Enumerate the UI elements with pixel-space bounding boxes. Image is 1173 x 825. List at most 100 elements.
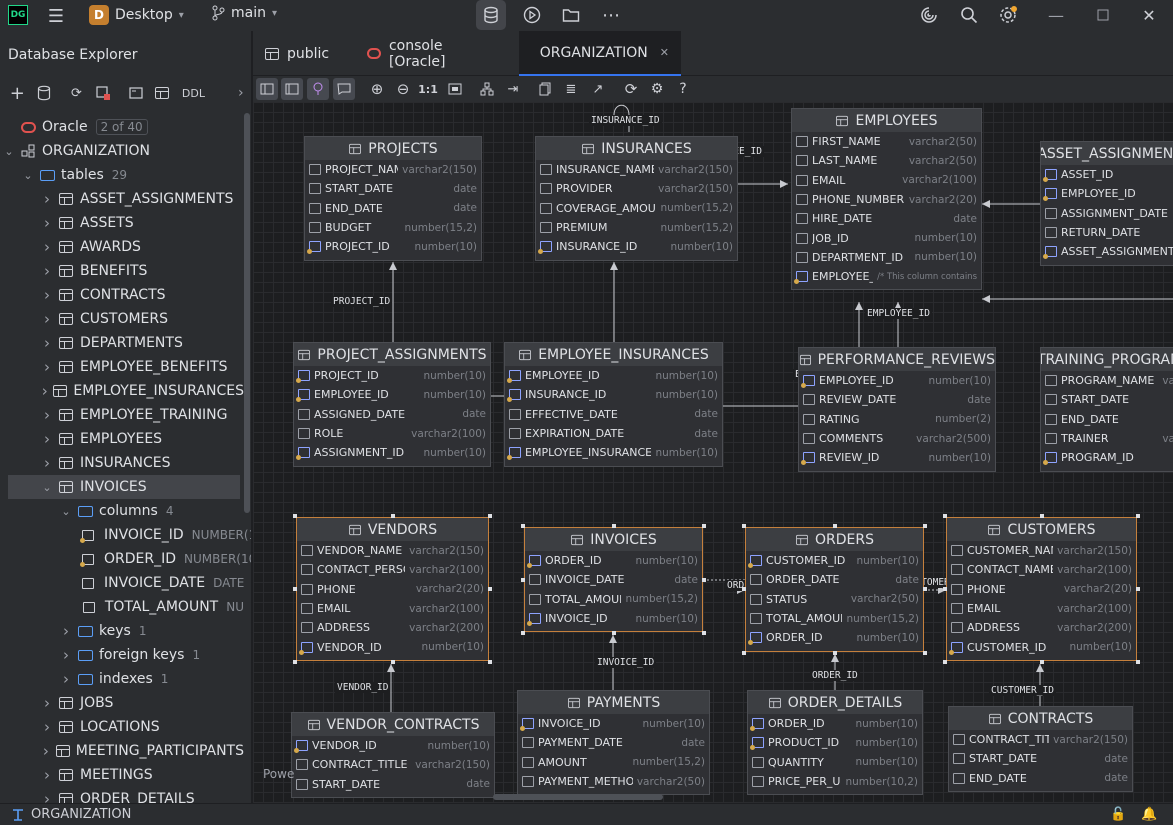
entity-asset-assignments[interactable]: ASSET_ASSIGNMENTS ASSET_ID EMPLOYEE_ID ASSI… — [1040, 141, 1173, 266]
ai-assistant-icon[interactable] — [917, 3, 941, 27]
selection-handle[interactable] — [923, 524, 927, 528]
entity-column[interactable]: JOB_ID number(10) — [792, 228, 981, 247]
entity-column[interactable]: ASSET_ID — [1041, 165, 1173, 184]
minimize-icon[interactable]: — — [1044, 3, 1068, 27]
entity-column[interactable]: PHONE varchar2(20) — [297, 580, 488, 599]
maximize-icon[interactable] — [1091, 3, 1115, 27]
chevron-right-icon[interactable]: › — [40, 694, 54, 712]
selection-handle[interactable] — [702, 577, 706, 582]
entity-column[interactable]: PREMIUM number(15,2) — [536, 218, 737, 237]
entity-column[interactable]: TRAINER va — [1041, 429, 1173, 448]
entity-column[interactable]: ORDER_ID number(10) — [746, 628, 923, 647]
entity-column[interactable]: END_DATE date — [305, 199, 481, 218]
entity-column[interactable]: LAST_NAME varchar2(50) — [792, 151, 981, 170]
entity-column[interactable]: EFFECTIVE_DATE date — [505, 405, 722, 424]
chevron-right-icon[interactable]: › — [40, 310, 54, 328]
chevron-right-icon[interactable]: › — [40, 790, 54, 803]
add-icon[interactable]: + — [6, 81, 29, 105]
entity-projects[interactable]: PROJECTS PROJECT_NAME varchar2(150) START_D… — [304, 136, 482, 261]
entity-column[interactable]: FIRST_NAME varchar2(50) — [792, 132, 981, 151]
zoom-out-icon[interactable]: ⊖ — [392, 78, 414, 100]
chevron-right-icon[interactable]: › — [40, 286, 54, 304]
close-icon[interactable]: ✕ — [1137, 3, 1161, 27]
tree-item-indexes[interactable]: › indexes 1 — [0, 667, 244, 691]
selection-handle[interactable] — [832, 524, 837, 528]
entity-column[interactable]: ORDER_ID number(10) — [748, 714, 922, 733]
entity-column[interactable]: CONTRACT_TITLE varchar2(150) — [292, 755, 494, 774]
tree-item-total-amount[interactable]: TOTAL_AMOUNT NU — [0, 595, 244, 619]
chevron-right-icon[interactable]: › — [40, 262, 54, 280]
disconnect-icon[interactable] — [92, 81, 115, 105]
chevron-right-icon[interactable]: › — [40, 742, 52, 760]
tree-item-employee-training[interactable]: › EMPLOYEE_TRAINING — [0, 403, 244, 427]
show-notes-icon[interactable] — [333, 78, 355, 100]
entity-column[interactable]: INVOICE_ID number(10) — [525, 609, 702, 628]
tree-item-invoice-id[interactable]: INVOICE_ID NUMBER(1 — [0, 523, 251, 547]
selection-handle[interactable] — [488, 514, 492, 518]
chevron-right-icon[interactable]: › — [40, 334, 54, 352]
entity-column[interactable]: QUANTITY number(10) — [748, 753, 922, 772]
tree-item-meeting-participants[interactable]: › MEETING_PARTICIPANTS — [0, 739, 244, 763]
chevron-down-icon[interactable]: ⌄ — [21, 169, 35, 182]
selection-handle[interactable] — [390, 659, 395, 664]
tree-item-customers[interactable]: › CUSTOMERS — [0, 307, 244, 331]
chevron-right-icon[interactable]: › — [40, 406, 54, 424]
entity-training-programs[interactable]: TRAINING_PROGRAMSPROGRAM_NAMEvaSTART_DAT… — [1040, 347, 1173, 472]
tree-item-order-details[interactable]: › ORDER_DETAILS — [0, 787, 244, 803]
lock-icon[interactable]: 🔓 — [1110, 807, 1126, 822]
entity-column[interactable]: PROGRAM_NAME va — [1041, 371, 1173, 390]
chevron-right-icon[interactable]: › — [40, 238, 54, 256]
tree-item-oracle[interactable]: Oracle 2 of 40 — [0, 115, 244, 139]
entity-column[interactable]: BUDGET number(15,2) — [305, 218, 481, 237]
chevron-right-icon[interactable]: › — [229, 81, 251, 105]
entity-column[interactable]: START_DATE date — [305, 179, 481, 198]
entity-column[interactable]: EMPLOYEE_ID /* This column contains — [792, 267, 981, 286]
tree-item-columns[interactable]: ⌄ columns 4 — [0, 499, 244, 523]
tree-item-contracts[interactable]: › CONTRACTS — [0, 283, 244, 307]
entity-column[interactable]: ORDER_DATE date — [746, 570, 923, 589]
entity-column[interactable]: EMPLOYEE_ID — [1041, 184, 1173, 203]
entity-column[interactable]: CUSTOMER_ID number(10) — [746, 551, 923, 570]
entity-contracts[interactable]: CONTRACTSCONTRACT_TITLEvarchar2(150)STAR… — [948, 706, 1133, 792]
entity-insurances[interactable]: INSURANCES INSURANCE_NAME varchar2(150) PRO… — [535, 136, 738, 261]
entity-column[interactable]: START_DATE — [1041, 390, 1173, 409]
entity-column[interactable]: EMAIL varchar2(100) — [792, 171, 981, 190]
entity-order-details[interactable]: ORDER_DETAILS ORDER_ID number(10) PRODUCT_I… — [747, 690, 923, 796]
entity-column[interactable]: EMAIL varchar2(100) — [947, 599, 1136, 618]
entity-column[interactable]: END_DATE date — [949, 769, 1132, 788]
chevron-right-icon[interactable]: › — [40, 190, 54, 208]
selection-handle[interactable] — [293, 514, 297, 518]
entity-column[interactable]: ORDER_ID number(10) — [525, 551, 702, 570]
selection-handle[interactable] — [702, 524, 706, 528]
database-icon[interactable] — [476, 0, 506, 30]
tree-item-employees[interactable]: › EMPLOYEES — [0, 427, 244, 451]
entity-column[interactable]: EMPLOYEE_ID number(10) — [799, 371, 995, 390]
copy-diagram-icon[interactable] — [534, 78, 556, 100]
entity-vendors[interactable]: VENDORS VENDOR_NAME varchar2(150) CONTACT_P… — [296, 517, 489, 661]
entity-column[interactable]: CONTACT_NAME varchar2(100) — [947, 560, 1136, 579]
entity-column[interactable]: EMPLOYEE_ID number(10) — [294, 385, 490, 404]
canvas-h-scrollbar[interactable] — [493, 794, 663, 800]
actual-size-button[interactable]: 1:1 — [417, 78, 439, 100]
selection-handle[interactable] — [521, 577, 525, 582]
entity-column[interactable]: ASSET_ASSIGNMENT — [1041, 242, 1173, 261]
entity-column[interactable]: PAYMENT_DATE date — [518, 733, 709, 752]
entity-column[interactable]: PAYMENT_METHOD varchar2(50) — [518, 772, 709, 791]
selection-handle[interactable] — [923, 650, 927, 655]
entity-column[interactable]: VENDOR_ID number(10) — [297, 637, 488, 656]
selection-handle[interactable] — [521, 524, 525, 528]
tab-public[interactable]: public — [253, 31, 353, 76]
tree-item-asset-assignments[interactable]: › ASSET_ASSIGNMENTS — [0, 187, 244, 211]
entity-column[interactable]: EMPLOYEE_ID number(10) — [505, 366, 722, 385]
selection-handle[interactable] — [1136, 514, 1140, 518]
entity-column[interactable]: PROJECT_NAME varchar2(150) — [305, 160, 481, 179]
app-logo-icon[interactable]: DG — [8, 5, 28, 25]
selection-handle[interactable] — [1136, 659, 1140, 664]
selection-handle[interactable] — [1039, 514, 1044, 518]
entity-column[interactable]: END_DATE — [1041, 410, 1173, 429]
selection-handle[interactable] — [943, 586, 947, 591]
chevron-right-icon[interactable]: › — [40, 382, 49, 400]
ddl-button[interactable]: DDL — [177, 81, 209, 105]
tree-item-employee-benefits[interactable]: › EMPLOYEE_BENEFITS — [0, 355, 244, 379]
entity-customers[interactable]: CUSTOMERSCUSTOMER_NAMEvarchar2(150)CONTA… — [946, 517, 1137, 661]
